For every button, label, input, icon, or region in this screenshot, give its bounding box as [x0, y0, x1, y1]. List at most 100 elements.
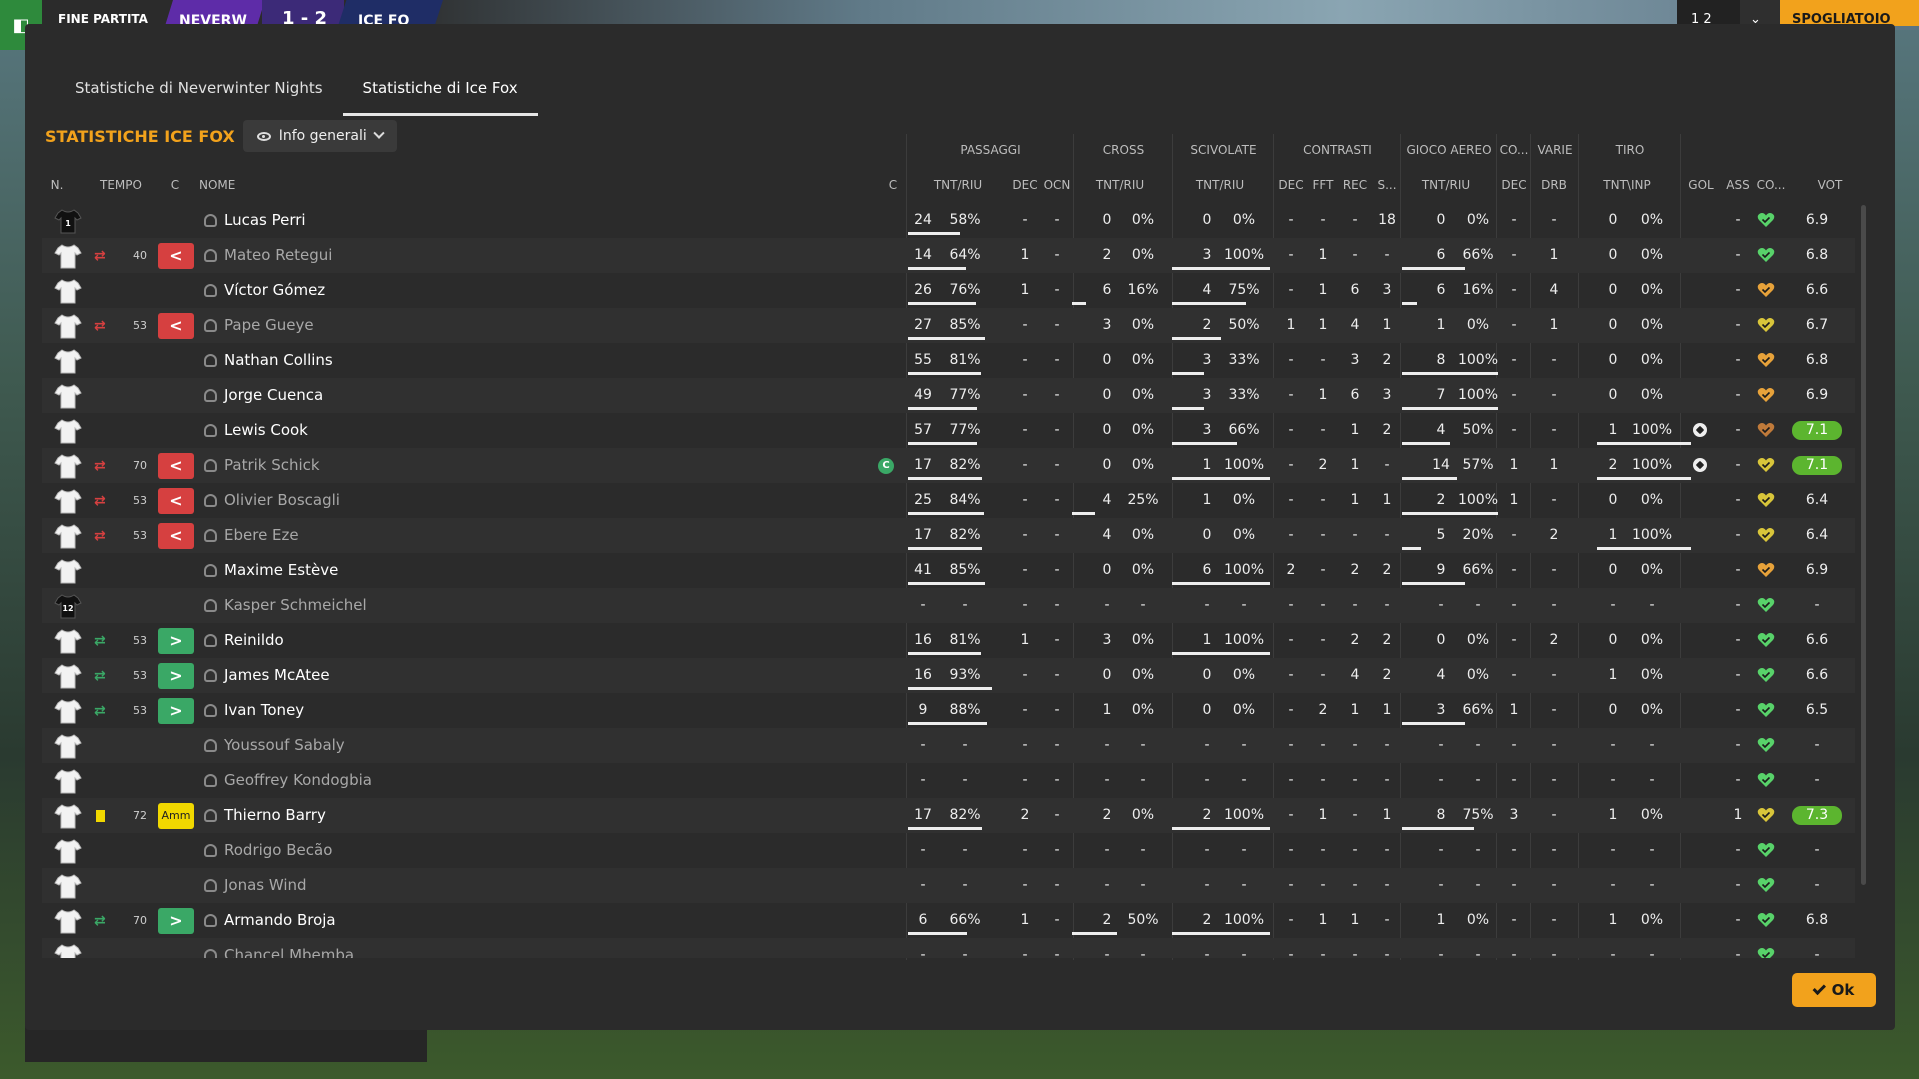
player-name[interactable]: Ebere Eze [224, 518, 299, 553]
column-header-pass_ocn[interactable]: OCN [1040, 178, 1074, 192]
player-row[interactable]: Chancel Mbemba - - - - - - - - - - - - - - - - - - - - [42, 938, 1855, 958]
player-row[interactable]: Lewis Cook 57 77% - -0 0% 3 66% - -1 2 4 50% - -1 100% -… [42, 413, 1855, 448]
player-name[interactable]: Patrik Schick [224, 448, 320, 483]
player-row[interactable]: 1 Lucas Perri 24 58% - -0 0% 0 0% - - -18 0 0% - -0 0% -6… [42, 203, 1855, 238]
player-row[interactable]: Maxime Estève 41 85% - -0 0% 6 100% 2-2 2 9 66% - -0 0… [42, 553, 1855, 588]
column-header-ass[interactable]: ASS [1721, 178, 1755, 192]
column-header-n[interactable]: N. [42, 178, 72, 192]
column-header-co2[interactable]: CO... [1752, 178, 1790, 192]
player-name[interactable]: Lucas Perri [224, 203, 306, 238]
player-name[interactable]: Chancel Mbemba [224, 938, 354, 958]
column-header-con_rec[interactable]: REC [1338, 178, 1372, 192]
player-name[interactable]: Jonas Wind [224, 868, 307, 903]
player-name[interactable]: Kasper Schmeichel [224, 588, 367, 623]
player-name[interactable]: Maxime Estève [224, 553, 338, 588]
sub-in-badge[interactable]: > [158, 628, 194, 654]
column-header-tempo[interactable]: TEMPO [100, 178, 142, 192]
contrasti-s: 1 [1382, 492, 1392, 508]
player-name[interactable]: Geoffrey Kondogbia [224, 763, 372, 798]
column-header-c[interactable]: C [165, 178, 185, 192]
player-name[interactable]: Víctor Gómez [224, 273, 325, 308]
player-row[interactable]: ⇄ 53 < Ebere Eze 17 82% - -4 0% 0 0% - - - -5 20% -2 1 100… [42, 518, 1855, 553]
column-header-varie_drb[interactable]: DRB [1537, 178, 1571, 192]
player-name[interactable]: James McAtee [224, 658, 330, 693]
sub-out-badge[interactable]: < [158, 488, 194, 514]
contrasti-s: 2 [1382, 422, 1392, 438]
varie-drb: - [1551, 562, 1557, 578]
column-header-co_dec[interactable]: DEC [1497, 178, 1531, 192]
player-name[interactable]: Ivan Toney [224, 693, 304, 728]
player-name[interactable]: Youssouf Sabaly [224, 728, 345, 763]
column-header-pass_dec[interactable]: DEC [1008, 178, 1042, 192]
player-name[interactable]: Pape Gueye [224, 308, 314, 343]
sub-out-badge[interactable]: < [158, 243, 194, 269]
column-header-con_s[interactable]: S... [1370, 178, 1404, 192]
person-icon [204, 459, 217, 472]
player-row[interactable]: 12 Kasper Schmeichel - - - - - - - - - - - - - - - - - - - - [42, 588, 1855, 623]
player-row[interactable]: Víctor Gómez 26 76% 1-6 16% 4 75% -1 6 3 6 16% -4 0 0%… [42, 273, 1855, 308]
player-row[interactable]: ⇄ 53 < Olivier Boscagli 25 84% - -4 25% 1 0% - -1 1 2 1… [42, 483, 1855, 518]
shirt-icon [54, 874, 82, 899]
player-row[interactable]: ⇄ 53 < Pape Gueye 27 85% - -3 0% 2 50% 1 1 4 1 1 0% -1 0 0%… [42, 308, 1855, 343]
player-row[interactable]: Geoffrey Kondogbia - - - - - - - - - - - - - - - - - - - - [42, 763, 1855, 798]
tackle-pct: - [1241, 877, 1247, 893]
sub-out-icon: ⇄ [94, 318, 106, 334]
player-name[interactable]: Lewis Cook [224, 413, 308, 448]
sub-in-badge[interactable]: > [158, 698, 194, 724]
varie-drb: - [1551, 702, 1557, 718]
column-header-aereo_tr[interactable]: TNT/RIU [1418, 178, 1474, 192]
sub-out-badge[interactable]: < [158, 313, 194, 339]
pass-pct: - [962, 877, 968, 893]
column-header-con_fft[interactable]: FFT [1306, 178, 1340, 192]
player-row[interactable]: ⇄ 70 < Patrik Schick C 17 82% - -0 0% 1 100% -2 1-14 5… [42, 448, 1855, 483]
player-name[interactable]: Olivier Boscagli [224, 483, 340, 518]
player-time [120, 868, 160, 903]
player-row[interactable]: ⇄ 53 > Reinildo 16 81% 1-3 0% 1 100% - -2 2 0 0% -2 0 0% -… [42, 623, 1855, 658]
sub-in-badge[interactable]: > [158, 663, 194, 689]
player-rating: 6.4 [1805, 527, 1829, 543]
player-row[interactable]: Nathan Collins 55 81% - -0 0% 3 33% - -3 2 8 100% - -0… [42, 343, 1855, 378]
column-header-cross_tr[interactable]: TNT/RIU [1092, 178, 1148, 192]
column-header-gol[interactable]: GOL [1684, 178, 1718, 192]
cross-pct: 0% [1131, 422, 1155, 438]
sub-in-icon: ⇄ [94, 668, 106, 684]
assists: - [1735, 912, 1741, 928]
player-row[interactable]: ⇄ 40 < Mateo Retegui 14 64% 1-2 0% 3 100% -1- -6 66%… [42, 238, 1855, 273]
player-rating: 6.9 [1805, 562, 1829, 578]
column-header-c2[interactable]: C [885, 178, 901, 192]
player-row[interactable]: Rodrigo Becão - - - - - - - - - - - - - - - - - - - - [42, 833, 1855, 868]
player-name[interactable]: Nathan Collins [224, 343, 333, 378]
pass-dec: - [1022, 422, 1028, 438]
column-header-sciv_tr[interactable]: TNT/RIU [1192, 178, 1248, 192]
player-row[interactable]: Jorge Cuenca 49 77% - -0 0% 3 33% -1 6 3 7 100% - -0 0%… [42, 378, 1855, 413]
column-header-tiro_ti[interactable]: TNT\INP [1597, 178, 1657, 192]
player-name[interactable]: Thierno Barry [224, 798, 326, 833]
player-row[interactable]: ⇄ 53 > James McAtee 16 93% - -0 0% 0 0% - -4 2 4 0% - -1 0… [42, 658, 1855, 693]
player-name[interactable]: Rodrigo Becão [224, 833, 332, 868]
player-row[interactable]: ⇄ 70 > Armando Broja 6 66% 1-2 50% 2 100% -1 1-1 0% -… [42, 903, 1855, 938]
player-name[interactable]: Jorge Cuenca [224, 378, 323, 413]
player-name[interactable]: Armando Broja [224, 903, 336, 938]
aereo-success-bar [1402, 302, 1417, 305]
player-row[interactable]: 72 Amm Thierno Barry 17 82% 2-2 0% 2 100% -1-1 8 75… [42, 798, 1855, 833]
player-row[interactable]: Youssouf Sabaly - - - - - - - - - - - - - - - - - - - - [42, 728, 1855, 763]
column-header-pass_tr[interactable]: TNT/RIU [930, 178, 986, 192]
pass-success-bar [908, 372, 981, 375]
column-header-vot[interactable]: VOT [1812, 178, 1848, 192]
column-header-nome[interactable]: NOME [199, 178, 259, 192]
pass-ocn: - [1054, 457, 1060, 473]
sub-out-badge[interactable]: < [158, 523, 194, 549]
yellow-card-badge[interactable]: Amm [158, 803, 194, 829]
scrollbar[interactable] [1861, 205, 1866, 885]
ok-button[interactable]: Ok [1792, 973, 1876, 1007]
player-row[interactable]: ⇄ 53 > Ivan Toney 9 88% - -1 0% 0 0% -2 1 1 3 66% 1-0 0% -… [42, 693, 1855, 728]
player-name[interactable]: Mateo Retegui [224, 238, 332, 273]
player-row[interactable]: Jonas Wind - - - - - - - - - - - - - - - - - - - - [42, 868, 1855, 903]
pass-attempts: - [920, 947, 926, 958]
sub-out-badge[interactable]: < [158, 453, 194, 479]
player-time [120, 833, 160, 868]
column-header-con_dec[interactable]: DEC [1274, 178, 1308, 192]
person-icon [204, 844, 217, 857]
sub-in-badge[interactable]: > [158, 908, 194, 934]
player-name[interactable]: Reinildo [224, 623, 284, 658]
